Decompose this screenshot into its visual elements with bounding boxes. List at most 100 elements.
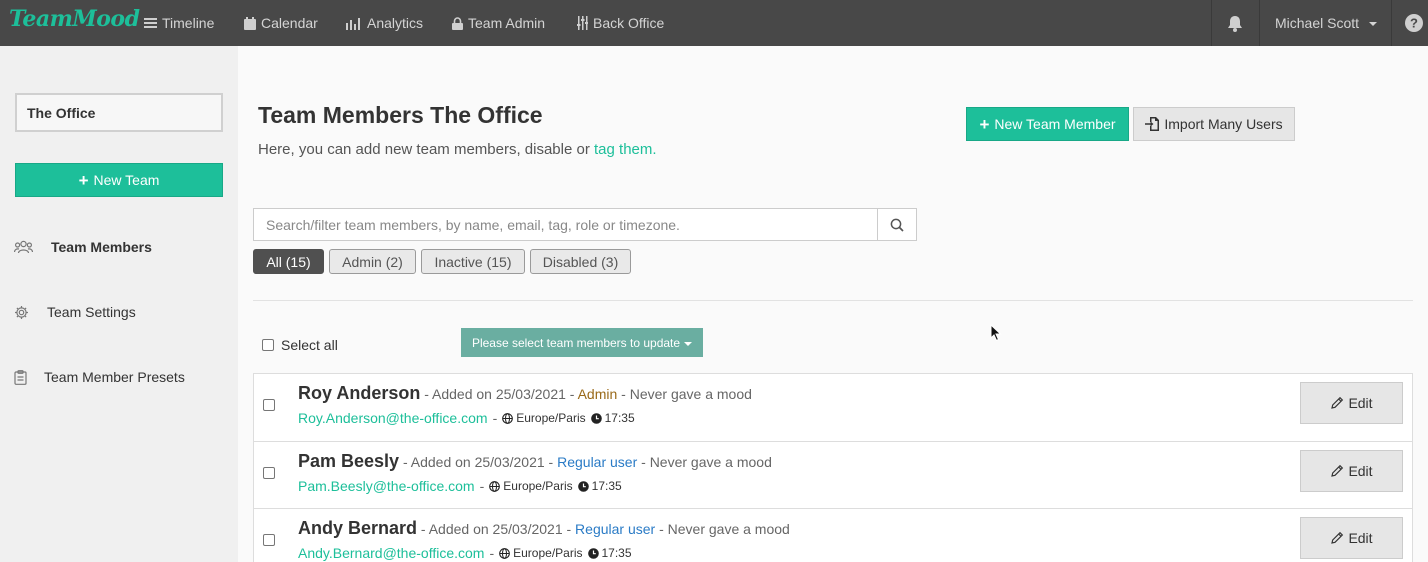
member-added: - Added on 25/03/2021 -: [402, 454, 554, 470]
member-row: Pam Beesly - Added on 25/03/2021 - Regul…: [254, 441, 1412, 508]
filter-admin[interactable]: Admin (2): [329, 249, 416, 274]
search-button[interactable]: [877, 209, 916, 240]
sidebar-item-label: Team Members: [51, 239, 152, 255]
user-menu[interactable]: Michael Scott: [1275, 0, 1378, 46]
member-list: Roy Anderson - Added on 25/03/2021 - Adm…: [253, 373, 1413, 562]
member-email[interactable]: Pam.Beesly@the-office.com: [298, 478, 475, 494]
member-timezone: Europe/Paris: [502, 411, 586, 425]
nav-back-office[interactable]: Back Office: [577, 0, 664, 46]
member-details: Roy.Anderson@the-office.com - Europe/Par…: [298, 410, 635, 426]
search-icon: [890, 218, 904, 232]
sidebar-item-team-members[interactable]: Team Members: [14, 239, 152, 255]
globe-icon: [499, 547, 510, 559]
separator: -: [489, 545, 495, 561]
import-label: Import Many Users: [1164, 116, 1283, 132]
nav-calendar-label: Calendar: [261, 15, 318, 31]
nav-separator: [1259, 0, 1260, 46]
notifications-button[interactable]: [1227, 0, 1243, 46]
pencil-icon: [1331, 396, 1344, 409]
filter-all[interactable]: All (15): [253, 249, 324, 274]
nav-team-admin[interactable]: Team Admin: [452, 0, 545, 46]
member-email[interactable]: Andy.Bernard@the-office.com: [298, 545, 484, 561]
file-import-icon: [1145, 117, 1160, 131]
edit-button[interactable]: Edit: [1300, 382, 1403, 424]
top-navbar: TeamMood Timeline Calendar Analytics Tea…: [0, 0, 1428, 46]
divider: [253, 300, 1413, 301]
teammood-logo[interactable]: TeamMood: [9, 6, 140, 32]
page-subtitle: Here, you can add new team members, disa…: [258, 141, 657, 158]
member-added: - Added on 25/03/2021 -: [424, 386, 575, 402]
member-mood: - Never gave a mood: [659, 521, 790, 537]
search-bar: [253, 208, 917, 241]
nav-analytics[interactable]: Analytics: [346, 0, 423, 46]
separator: -: [479, 478, 485, 494]
sidebar-item-team-member-presets[interactable]: Team Member Presets: [14, 369, 185, 385]
new-team-member-label: New Team Member: [994, 116, 1116, 132]
member-email[interactable]: Roy.Anderson@the-office.com: [298, 410, 488, 426]
clipboard-icon: [14, 369, 27, 385]
edit-label: Edit: [1348, 530, 1373, 546]
help-icon: ?: [1405, 14, 1423, 32]
timezone-label: Europe/Paris: [513, 546, 583, 560]
nav-separator: [1391, 0, 1392, 46]
select-all-label: Select all: [281, 337, 338, 353]
member-role: Regular user: [575, 521, 656, 537]
member-local-time: 17:35: [590, 411, 635, 425]
nav-team-admin-label: Team Admin: [468, 15, 546, 31]
member-checkbox[interactable]: [263, 534, 275, 546]
list-icon: [144, 18, 157, 28]
nav-calendar[interactable]: Calendar: [244, 0, 318, 46]
globe-icon: [489, 480, 501, 492]
sidebar-item-team-settings[interactable]: Team Settings: [14, 304, 136, 320]
member-local-time: 17:35: [577, 479, 622, 493]
select-all-checkbox[interactable]: [262, 339, 274, 351]
filter-inactive[interactable]: Inactive (15): [421, 249, 525, 274]
member-details: Pam.Beesly@the-office.com - Europe/Paris…: [298, 478, 622, 494]
member-summary: Roy Anderson - Added on 25/03/2021 - Adm…: [298, 383, 752, 404]
pencil-icon: [1331, 531, 1344, 544]
member-timezone: Europe/Paris: [499, 546, 583, 560]
plus-icon: +: [979, 114, 990, 134]
subtitle-text: Here, you can add new team members, disa…: [258, 141, 590, 158]
help-button[interactable]: ?: [1405, 0, 1423, 46]
bulk-update-dropdown[interactable]: Please select team members to update: [461, 328, 703, 357]
globe-icon: [502, 412, 514, 424]
clock-icon: [577, 480, 589, 492]
member-role: Admin: [577, 386, 618, 402]
member-local-time: 17:35: [587, 546, 632, 560]
sliders-icon: [577, 16, 588, 30]
new-team-button[interactable]: + New Team: [15, 163, 223, 197]
nav-timeline[interactable]: Timeline: [144, 0, 214, 46]
new-team-label: New Team: [93, 172, 160, 188]
timezone-label: Europe/Paris: [503, 479, 573, 493]
select-all[interactable]: Select all: [262, 337, 338, 353]
member-checkbox[interactable]: [263, 467, 275, 479]
local-time-label: 17:35: [601, 546, 632, 560]
filter-disabled[interactable]: Disabled (3): [530, 249, 631, 274]
sidebar: The Office + New Team Team Members Team …: [0, 46, 238, 562]
edit-label: Edit: [1348, 395, 1373, 411]
member-checkbox[interactable]: [263, 399, 275, 411]
users-icon: [14, 240, 33, 254]
team-selector[interactable]: The Office: [15, 93, 223, 132]
member-row: Andy Bernard - Added on 25/03/2021 - Reg…: [254, 508, 1412, 562]
bulk-update-label: Please select team members to update: [471, 335, 681, 350]
mouse-pointer-icon: [990, 324, 1002, 342]
member-name: Pam Beesly: [298, 451, 400, 471]
nav-analytics-label: Analytics: [367, 15, 424, 31]
chevron-down-icon: [684, 341, 693, 346]
local-time-label: 17:35: [591, 479, 622, 493]
import-many-users-button[interactable]: Import Many Users: [1133, 107, 1295, 141]
member-role: Regular user: [557, 454, 638, 470]
member-row: Roy Anderson - Added on 25/03/2021 - Adm…: [254, 374, 1412, 441]
edit-button[interactable]: Edit: [1300, 517, 1403, 559]
search-input[interactable]: [254, 209, 877, 240]
page-title: Team Members The Office: [258, 102, 543, 128]
new-team-member-button[interactable]: + New Team Member: [966, 107, 1129, 141]
user-name: Michael Scott: [1275, 15, 1360, 31]
tag-them-link[interactable]: tag them.: [594, 141, 657, 158]
member-timezone: Europe/Paris: [489, 479, 573, 493]
gear-icon: [15, 305, 28, 319]
sidebar-item-label: Team Member Presets: [44, 369, 185, 385]
edit-button[interactable]: Edit: [1300, 450, 1403, 492]
